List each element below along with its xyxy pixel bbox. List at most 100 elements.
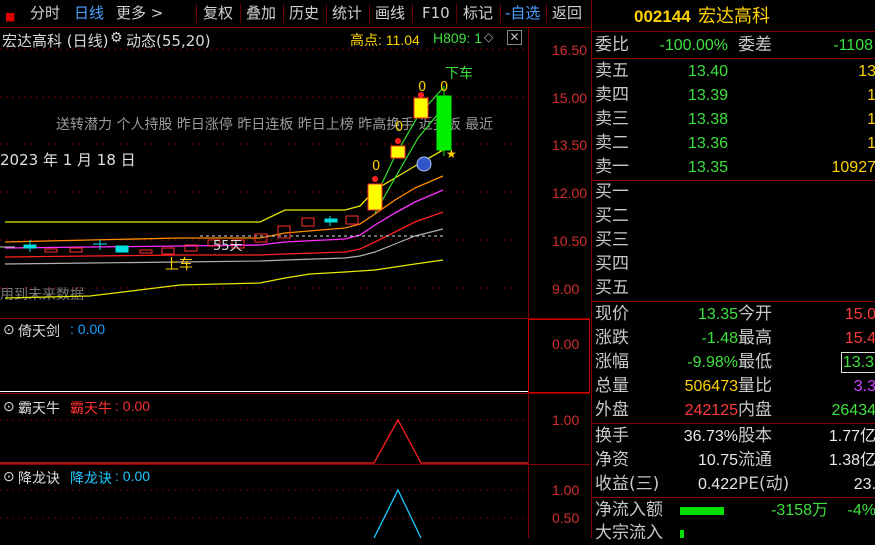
toolbar-divider [412,4,413,23]
price-tick: 12.00 [552,185,587,201]
draw-line-button[interactable]: 画线 [373,3,407,24]
stat-label: 股本 [738,425,772,448]
candle-yellow [368,184,382,210]
netflow-percent: -4% [848,499,875,522]
tab-daily[interactable]: 日线 [72,3,106,24]
stat-label: 涨幅 [595,351,629,374]
divider [592,58,875,59]
weibi-value: -100.00% [660,34,729,57]
stats-button[interactable]: 统计 [330,3,364,24]
stat-value: 26434 [832,399,875,422]
stat-label: 总量 [595,375,629,398]
ask-label: 卖一 [595,156,629,179]
stat-label: 量比 [738,375,772,398]
netflow-bar [680,507,724,515]
bid-label: 买二 [595,205,629,228]
tab-intraday[interactable]: 分时 [28,3,62,24]
stat-label: 流通 [738,449,772,472]
ask-volume: 13 [858,60,875,83]
xianglongjue-line-svg [0,465,528,538]
stat-label: PE(动) [738,473,789,496]
fundamentals-row: 净资 10.75 流通 1.38亿 [592,449,875,472]
collapse-icon[interactable]: ⊙ [3,321,15,338]
chart-toolbar: ■ 分时 日线 更多 > 复权 叠加 历史 统计 画线 F10 标记 -自选 返… [0,0,590,28]
fundamentals-row: 收益(三) 0.422 PE(动) 23. [592,473,875,496]
ask-row-5[interactable]: 卖五 13.40 13 [592,60,875,83]
toolbar-divider [196,4,197,23]
bid-label: 买四 [595,253,629,276]
candle-yellow [391,146,405,158]
bid-row-5[interactable]: 买五 [592,277,875,300]
divider [592,423,875,424]
bid-row-4[interactable]: 买四 [592,253,875,276]
stat-value: -1.48 [702,327,738,350]
ask-row-4[interactable]: 卖四 13.39 1 [592,84,875,107]
indicator-tick: 0.00 [552,336,579,352]
netflow-value: -3158万 [771,499,828,522]
toolbar-divider [456,4,457,23]
history-button[interactable]: 历史 [287,3,321,24]
ask-volume: 10927 [832,156,875,179]
ask-volume: 1 [867,132,875,155]
price-tick: 13.50 [552,137,587,153]
indicator-tick: 0.50 [552,510,579,526]
stat-value: 15.0 [845,303,875,326]
bid-row-1[interactable]: 买一 [592,181,875,204]
stat-value: 15.4 [845,327,875,350]
ask-price: 13.39 [688,84,728,107]
ask-price: 13.40 [688,60,728,83]
adjust-button[interactable]: 复权 [201,3,235,24]
ask-row-2[interactable]: 卖二 13.36 1 [592,132,875,155]
stat-value: 36.73% [684,425,738,448]
stat-label: 今开 [738,303,772,326]
f10-button[interactable]: F10 [420,3,452,24]
axis-highlight-box [528,319,590,393]
stock-code[interactable]: 002144 [634,5,691,28]
ask-label: 卖三 [595,108,629,131]
stat-value: 10.75 [698,449,738,472]
stat-label: 最低 [738,351,772,374]
buy-signal-label: 上车 [165,254,193,274]
bid-row-3[interactable]: 买三 [592,229,875,252]
toolbar-divider [283,4,284,23]
ask-label: 卖二 [595,132,629,155]
indicator-baseline [0,391,528,392]
indicator-pane-xianglongjue[interactable]: ⊙ 降龙诀 降龙诀 : 0.00 1.00 0.50 [0,465,590,538]
stock-name[interactable]: 宏达高科 [698,5,770,28]
stat-value: -9.98% [687,351,738,374]
batianniu-line-svg [0,394,528,464]
toolbar-divider [240,4,241,23]
price-tick: 16.50 [552,42,587,58]
toolbar-divider [326,4,327,23]
stat-label: 收益(三) [595,473,659,496]
bid-row-2[interactable]: 买二 [592,205,875,228]
stat-value: 13.35 [698,303,738,326]
weicha-label: 委差 [738,34,772,57]
back-button[interactable]: 返回 [550,3,584,24]
indicator-name: 倚天剑 [18,321,60,341]
price-tick: 15.00 [552,90,587,106]
more-button[interactable]: 更多 > [114,3,165,24]
netflow-label: 净流入额 [595,499,663,522]
ask-volume: 1 [867,108,875,131]
stats-row: 外盘 242125 内盘 26434 [592,399,875,422]
ask-row-1[interactable]: 卖一 13.35 10927 [592,156,875,179]
indicator-value: : 0.00 [70,321,105,337]
stat-label: 净资 [595,449,629,472]
bid-label: 买一 [595,181,629,204]
price-axis-line [528,28,529,318]
mark-button[interactable]: 标记 [461,3,495,24]
watchlist-button[interactable]: -自选 [503,3,542,24]
ask-row-3[interactable]: 卖三 13.38 1 [592,108,875,131]
toolbar-divider [546,4,547,23]
ma-band-lower [5,260,443,298]
weicha-value: -1108 [833,34,873,57]
indicator-pane-batianniu[interactable]: ⊙ 霸天牛 霸天牛 : 0.00 1.00 [0,394,590,464]
stats-row: 总量 506473 量比 3.3 [592,375,875,398]
indicator-pane-yitianjian[interactable]: ⊙ 倚天剑 : 0.00 0.00 [0,319,590,393]
overlay-button[interactable]: 叠加 [244,3,278,24]
price-chart-pane[interactable]: 宏达高科 (日线) ⚙ 动态(55,20) 高点: 11.04 H809: 1 … [0,28,590,318]
stat-value: 242125 [685,399,738,422]
stats-row: 涨幅 -9.98% 最低 13.3 [592,351,875,374]
zero-mark: 0 [372,159,380,174]
